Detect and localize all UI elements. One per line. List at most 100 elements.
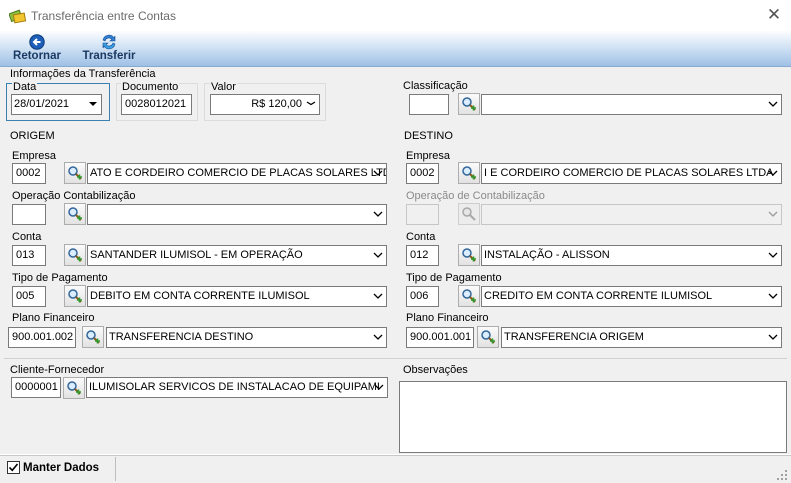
destino-conta-label: Conta <box>406 231 436 243</box>
search-add-icon <box>68 248 82 262</box>
origem-empresa-label: Empresa <box>12 150 57 162</box>
cliente-value: ILUMISOLAR SERVICOS DE INSTALACAO DE EQU… <box>89 381 380 393</box>
search-add-icon <box>68 166 82 180</box>
destino-empresa-search-button[interactable] <box>458 162 480 184</box>
search-add-icon <box>86 330 100 344</box>
check-icon <box>8 463 19 472</box>
origem-operacao-label: Operação Contabilização <box>12 190 136 202</box>
origem-conta-select[interactable]: SANTANDER ILUMISOL - EM OPERAÇÃO <box>87 245 387 266</box>
observacoes-textarea[interactable] <box>399 381 787 453</box>
origem-plano-search-button[interactable] <box>82 326 104 348</box>
origem-tipo-search-button[interactable] <box>64 285 86 307</box>
destino-operacao-search-button <box>458 203 480 225</box>
cliente-select[interactable]: ILUMISOLAR SERVICOS DE INSTALACAO DE EQU… <box>86 377 388 398</box>
search-add-icon <box>462 207 476 221</box>
classificacao-search-button[interactable] <box>458 93 480 115</box>
status-separator <box>115 457 116 481</box>
origem-operacao-search-button[interactable] <box>64 203 86 225</box>
destino-operacao-code <box>406 204 439 225</box>
valor-label: Valor <box>210 81 237 93</box>
destino-operacao-label: Operação de Contabilização <box>406 190 545 202</box>
origem-conta-search-button[interactable] <box>64 244 86 266</box>
cliente-search-button[interactable] <box>63 377 85 399</box>
data-label: Data <box>12 81 38 93</box>
back-arrow-icon <box>29 34 45 50</box>
destino-plano-label: Plano Financeiro <box>406 312 489 324</box>
origem-plano-label: Plano Financeiro <box>12 312 95 324</box>
origem-conta-value: SANTANDER ILUMISOL - EM OPERAÇÃO <box>90 249 303 261</box>
origem-tipo-label: Tipo de Pagamento <box>12 272 108 284</box>
origem-operacao-code[interactable] <box>12 204 46 225</box>
destino-conta-code[interactable]: 012 <box>406 245 439 266</box>
chevron-down-icon <box>306 101 316 106</box>
window-title: Transferência entre Contas <box>31 9 176 23</box>
chevron-down-icon <box>768 334 778 340</box>
search-add-icon <box>462 97 476 111</box>
destino-plano-code[interactable]: 900.001.001 <box>406 327 474 348</box>
classificacao-code-input[interactable] <box>409 94 449 115</box>
origem-operacao-select[interactable] <box>87 204 387 225</box>
search-add-icon <box>462 248 476 262</box>
cliente-code[interactable]: 0000001 <box>11 377 61 398</box>
chevron-down-icon <box>373 170 383 176</box>
date-picker[interactable]: 28/01/2021 <box>11 94 102 115</box>
manter-dados-checkbox[interactable] <box>7 461 20 474</box>
origem-plano-value: TRANSFERENCIA DESTINO <box>109 331 254 343</box>
destino-empresa-code[interactable]: 0002 <box>406 163 439 184</box>
documento-input[interactable]: 0028012021 <box>121 94 192 115</box>
search-add-icon <box>462 166 476 180</box>
chevron-down-icon <box>768 101 778 107</box>
destino-empresa-select[interactable]: I E CORDEIRO COMERCIO DE PLACAS SOLARES … <box>481 163 782 184</box>
transfer-button[interactable]: Transferir <box>79 33 139 65</box>
origem-tipo-code[interactable]: 005 <box>12 286 46 307</box>
destino-plano-search-button[interactable] <box>477 326 499 348</box>
destino-operacao-select <box>481 204 782 225</box>
destino-tipo-code[interactable]: 006 <box>406 286 439 307</box>
cliente-label: Cliente-Fornecedor <box>10 364 105 376</box>
back-label: Retornar <box>13 50 61 62</box>
transfer-label: Transferir <box>82 50 136 62</box>
chevron-down-icon <box>768 211 778 217</box>
chevron-down-icon <box>373 293 383 299</box>
money-icon <box>9 9 27 24</box>
manter-dados-label: Manter Dados <box>23 462 100 474</box>
origem-conta-code[interactable]: 013 <box>12 245 46 266</box>
origem-conta-label: Conta <box>12 231 42 243</box>
origem-plano-code[interactable]: 900.001.002 <box>8 327 76 348</box>
search-add-icon <box>68 207 82 221</box>
search-add-icon <box>68 289 82 303</box>
valor-input[interactable]: R$ 120,00 <box>210 94 320 115</box>
section-divider <box>4 358 787 359</box>
destino-conta-select[interactable]: INSTALAÇÃO - ALISSON <box>481 245 782 266</box>
origem-tipo-value: DEBITO EM CONTA CORRENTE ILUMISOL <box>90 290 310 302</box>
destino-conta-value: INSTALAÇÃO - ALISSON <box>484 249 610 261</box>
destino-tipo-label: Tipo de Pagamento <box>406 272 502 284</box>
resize-grip-icon[interactable] <box>776 469 788 481</box>
status-bar <box>0 455 791 483</box>
classificacao-select[interactable] <box>481 94 782 115</box>
search-add-icon <box>462 289 476 303</box>
origem-empresa-select[interactable]: ATO E CORDEIRO COMERCIO DE PLACAS SOLARE… <box>87 163 387 184</box>
origem-plano-select[interactable]: TRANSFERENCIA DESTINO <box>106 327 387 348</box>
destino-tipo-search-button[interactable] <box>458 285 480 307</box>
classificacao-label: Classificação <box>403 80 468 92</box>
observacoes-label: Observações <box>403 364 468 376</box>
close-icon: ✕ <box>766 5 782 24</box>
info-legend: Informações da Transferência <box>10 68 156 80</box>
chevron-down-icon <box>373 334 383 340</box>
destino-plano-select[interactable]: TRANSFERENCIA ORIGEM <box>501 327 782 348</box>
search-add-icon <box>67 381 81 395</box>
chevron-down-icon <box>374 384 384 390</box>
destino-tipo-value: CREDITO EM CONTA CORRENTE ILUMISOL <box>484 290 713 302</box>
origem-tipo-select[interactable]: DEBITO EM CONTA CORRENTE ILUMISOL <box>87 286 387 307</box>
transfer-icon <box>102 34 116 50</box>
chevron-down-icon <box>768 170 778 176</box>
destino-conta-search-button[interactable] <box>458 244 480 266</box>
documento-label: Documento <box>121 81 180 93</box>
destino-tipo-select[interactable]: CREDITO EM CONTA CORRENTE ILUMISOL <box>481 286 782 307</box>
back-button[interactable]: Retornar <box>9 33 65 65</box>
origem-empresa-search-button[interactable] <box>64 162 86 184</box>
origem-empresa-code[interactable]: 0002 <box>12 163 46 184</box>
chevron-down-icon <box>373 211 383 217</box>
close-button[interactable]: ✕ <box>760 4 788 28</box>
